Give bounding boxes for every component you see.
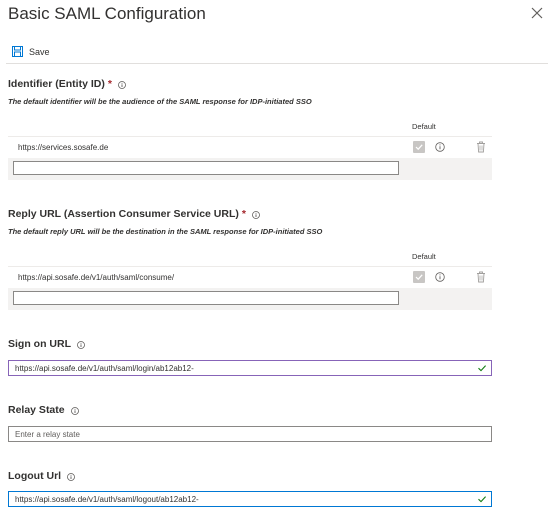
reply-url-new-input[interactable] (13, 291, 399, 305)
reply-url-heading: Reply URL (Assertion Consumer Service UR… (8, 208, 260, 220)
info-icon[interactable] (252, 210, 260, 219)
reply-url-row: https://api.sosafe.de/v1/auth/saml/consu… (8, 266, 492, 289)
info-icon[interactable] (118, 80, 126, 89)
required-indicator: * (241, 208, 246, 220)
relay-state-title: Relay State (8, 404, 65, 416)
info-icon[interactable] (67, 472, 75, 481)
reply-url-title: Reply URL (Assertion Consumer Service UR… (8, 208, 239, 220)
identifier-row: https://services.sosafe.de (8, 136, 492, 159)
sign-on-url-input[interactable]: https://api.sosafe.de/v1/auth/saml/login… (8, 360, 492, 376)
save-button[interactable]: Save (12, 44, 50, 60)
default-checkbox[interactable] (413, 271, 425, 283)
panel-title: Basic SAML Configuration (8, 4, 206, 23)
toolbar-divider (6, 63, 548, 64)
identifier-title: Identifier (Entity ID) (8, 78, 105, 90)
identifier-default-column: Default (412, 122, 436, 131)
reply-url-value: https://api.sosafe.de/v1/auth/saml/consu… (18, 273, 175, 282)
logout-url-value: https://api.sosafe.de/v1/auth/saml/logou… (15, 494, 199, 504)
delete-icon[interactable] (476, 271, 486, 283)
logout-url-input[interactable]: https://api.sosafe.de/v1/auth/saml/logou… (8, 491, 492, 507)
relay-state-input[interactable]: Enter a relay state (8, 426, 492, 442)
reply-url-add-row (8, 288, 492, 310)
identifier-value: https://services.sosafe.de (18, 143, 109, 152)
reply-url-default-column: Default (412, 252, 436, 261)
logout-url-heading: Logout Url (8, 470, 75, 482)
sign-on-url-heading: Sign on URL (8, 338, 85, 350)
relay-state-heading: Relay State (8, 404, 79, 416)
info-icon[interactable] (70, 406, 79, 415)
default-checkbox[interactable] (413, 141, 425, 153)
sign-on-url-title: Sign on URL (8, 338, 71, 350)
logout-url-title: Logout Url (8, 470, 62, 482)
relay-state-placeholder: Enter a relay state (15, 429, 80, 439)
identifier-heading: Identifier (Entity ID) * (8, 78, 126, 90)
info-icon[interactable] (435, 272, 445, 282)
required-indicator: * (107, 78, 112, 90)
info-icon[interactable] (77, 340, 85, 349)
info-icon[interactable] (435, 142, 445, 152)
identifier-new-input[interactable] (13, 161, 399, 175)
save-icon (12, 45, 23, 59)
identifier-description: The default identifier will be the audie… (8, 97, 312, 106)
close-icon[interactable] (528, 4, 546, 22)
reply-url-description: The default reply URL will be the destin… (8, 227, 323, 236)
identifier-add-row (8, 158, 492, 180)
valid-check-icon (477, 494, 487, 504)
save-label: Save (29, 47, 50, 57)
sign-on-url-value: https://api.sosafe.de/v1/auth/saml/login… (15, 363, 194, 373)
delete-icon[interactable] (476, 141, 486, 153)
valid-check-icon (477, 363, 487, 373)
